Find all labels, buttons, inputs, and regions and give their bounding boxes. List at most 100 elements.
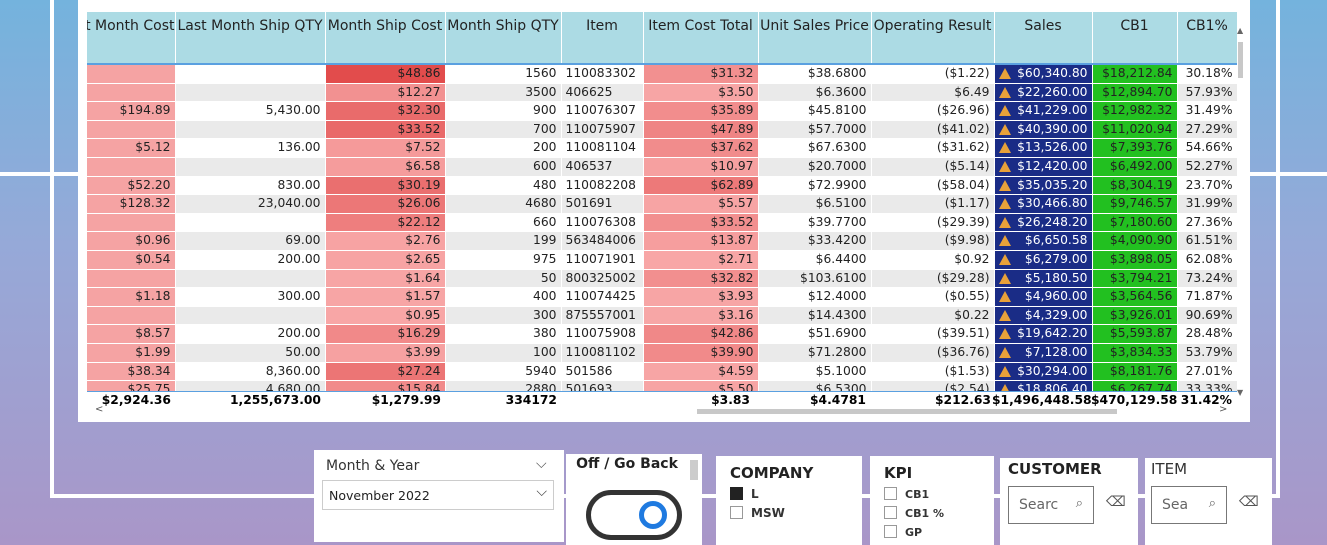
table-row[interactable]: $48.86 1560 110083302 $31.32 $38.6800 ($1.22)… [87, 64, 1237, 84]
column-header[interactable]: Month Ship QTY [445, 12, 562, 65]
cell-item: 110075908 [561, 324, 644, 344]
go-back-toggle[interactable] [586, 490, 682, 540]
cell-cb1p: 54.66% [1177, 138, 1237, 158]
cell-lmq: 200.00 [175, 250, 326, 270]
scroll-up-icon[interactable]: ▲ [1237, 26, 1243, 35]
cell-cb1p: 62.08% [1177, 250, 1237, 270]
cell-cb1: $18,212.84 [1092, 64, 1178, 84]
total-cb1: $470,129.58 [1091, 393, 1178, 407]
sales-value: $30,466.80 [1017, 196, 1088, 211]
month-year-slicer: Month & Year ⌵ November 2022 ⌵ [314, 450, 564, 542]
vertical-scroll-thumb[interactable] [1238, 42, 1243, 78]
column-header[interactable]: Operating Result [871, 12, 995, 65]
sales-value: $7,128.00 [1024, 344, 1088, 359]
cell-cb1: $4,090.90 [1092, 231, 1178, 251]
table-row[interactable]: $128.32 23,040.00 $26.06 4680 501691 $5.57 $6.… [87, 194, 1237, 214]
scroll-right-icon[interactable]: > [1219, 404, 1227, 415]
checkbox-icon[interactable] [884, 506, 897, 519]
warning-triangle-icon [998, 328, 1011, 340]
checkbox-checked-icon[interactable] [730, 487, 743, 500]
table-row[interactable]: $1.64 50 800325002 $32.82 $103.6100 ($29.28) $… [87, 269, 1237, 289]
company-title: COMPANY [730, 464, 814, 482]
cell-sales: $41,229.00 [994, 101, 1093, 121]
column-header[interactable]: CB1 [1092, 12, 1178, 65]
table-row[interactable]: $1.99 50.00 $3.99 100 110081102 $39.90 $71.280… [87, 343, 1237, 363]
cell-usp: $12.4000 [758, 287, 872, 307]
column-header[interactable]: Month Ship Cost [325, 12, 446, 65]
column-header[interactable]: CB1% [1177, 12, 1237, 65]
table-row[interactable]: $5.12 136.00 $7.52 200 110081104 $37.62 $67.63… [87, 138, 1237, 158]
kpi-option-cb1-percent[interactable]: CB1 % [884, 506, 944, 520]
cell-ict: $4.59 [643, 362, 759, 382]
column-header[interactable]: Unit Sales Price [758, 12, 872, 65]
search-icon: ⌕ [1075, 496, 1083, 511]
month-year-dropdown[interactable]: November 2022 ⌵ [322, 480, 554, 510]
cell-lmc: $1.18 [87, 287, 176, 307]
cell-item: 110083302 [561, 64, 644, 84]
checkbox-icon[interactable] [884, 487, 897, 500]
cell-item: 800325002 [561, 269, 644, 289]
table-row[interactable]: $8.57 200.00 $16.29 380 110075908 $42.86 $51.6… [87, 324, 1237, 344]
chevron-down-icon[interactable]: ⌵ [536, 456, 547, 472]
cell-or: ($9.98) [871, 231, 995, 251]
column-header[interactable]: Item [561, 12, 644, 65]
column-header[interactable]: Sales [994, 12, 1093, 65]
column-header[interactable]: t Month Cost [87, 12, 176, 65]
table-row[interactable]: $1.18 300.00 $1.57 400 110074425 $3.93 $12.400… [87, 287, 1237, 307]
cell-lmc: $0.96 [87, 231, 176, 251]
warning-triangle-icon [998, 253, 1011, 265]
table-row[interactable]: $52.20 830.00 $30.19 480 110082208 $62.89 $72.… [87, 176, 1237, 196]
eraser-icon[interactable]: ⌫ [1239, 494, 1259, 510]
vertical-scrollbar[interactable]: ▲ ▼ [1236, 12, 1246, 404]
cell-cb1: $3,564.56 [1092, 287, 1178, 307]
cell-cb1p: 23.70% [1177, 176, 1237, 196]
cell-or: ($26.96) [871, 101, 995, 121]
cell-cb1: $12,894.70 [1092, 83, 1178, 103]
table-row[interactable]: $12.27 3500 406625 $3.50 $6.3600 $6.49 $22,260… [87, 83, 1237, 103]
table-row[interactable]: $0.54 200.00 $2.65 975 110071901 $2.71 $6.4400… [87, 250, 1237, 270]
cell-msc: $1.64 [325, 269, 446, 289]
table-row[interactable]: $0.95 300 875557001 $3.16 $14.4300 $0.22 $4,32… [87, 306, 1237, 326]
scroll-down-icon[interactable]: ▼ [1237, 388, 1243, 397]
horizontal-scrollbar[interactable]: < > [87, 404, 1237, 418]
cell-item: 501691 [561, 194, 644, 214]
kpi-option-gp[interactable]: GP [884, 525, 922, 539]
item-search-input[interactable]: Sea ⌕ [1151, 486, 1227, 524]
table-row[interactable]: $22.12 660 110076308 $33.52 $39.7700 ($29.39)… [87, 213, 1237, 233]
toggle-knob[interactable] [639, 501, 667, 529]
table-row[interactable]: $0.96 69.00 $2.76 199 563484006 $13.87 $33.420… [87, 231, 1237, 251]
sales-value: $4,960.00 [1024, 289, 1088, 304]
company-option-msw[interactable]: MSW [730, 506, 785, 520]
cell-usp: $51.6900 [758, 324, 872, 344]
cell-lmq: 8,360.00 [175, 362, 326, 382]
checkbox-icon[interactable] [884, 525, 897, 538]
cell-cb1p: 31.49% [1177, 101, 1237, 121]
total-last-month-ship-qty: 1,255,673.00 [229, 393, 321, 407]
scroll-left-icon[interactable]: < [95, 404, 103, 415]
horizontal-scroll-thumb[interactable] [697, 409, 1117, 414]
cell-item: 110074425 [561, 287, 644, 307]
table-row[interactable]: $6.58 600 406537 $10.97 $20.7000 ($5.14) $12,4… [87, 157, 1237, 177]
sales-value: $41,229.00 [1017, 103, 1088, 118]
sales-value: $19,642.20 [1017, 326, 1088, 341]
cell-or: ($1.22) [871, 64, 995, 84]
table-row[interactable]: $38.34 8,360.00 $27.24 5940 501586 $4.59 $5.10… [87, 362, 1237, 382]
eraser-icon[interactable]: ⌫ [1106, 494, 1126, 510]
column-header[interactable]: Last Month Ship QTY [175, 12, 326, 65]
cell-or: ($0.55) [871, 287, 995, 307]
cell-or: $0.22 [871, 306, 995, 326]
column-header[interactable]: Item Cost Total [643, 12, 759, 65]
customer-search-input[interactable]: Searc ⌕ [1008, 486, 1094, 524]
table-row[interactable]: $194.89 5,430.00 $32.30 900 110076307 $35.89 $… [87, 101, 1237, 121]
cell-lmq: 5,430.00 [175, 101, 326, 121]
data-table[interactable]: t Month Cost Last Month Ship QTY Month Shi… [87, 12, 1237, 392]
month-year-value: November 2022 [329, 488, 430, 503]
kpi-option-cb1[interactable]: CB1 [884, 487, 929, 501]
cell-msc: $2.65 [325, 250, 446, 270]
table-row[interactable]: $33.52 700 110075907 $47.89 $57.7000 ($41.02)… [87, 120, 1237, 140]
cell-lmc: $38.34 [87, 362, 176, 382]
cell-usp: $33.4200 [758, 231, 872, 251]
cell-lmc: $1.99 [87, 343, 176, 363]
company-option-l[interactable]: L [730, 487, 759, 501]
checkbox-icon[interactable] [730, 506, 743, 519]
